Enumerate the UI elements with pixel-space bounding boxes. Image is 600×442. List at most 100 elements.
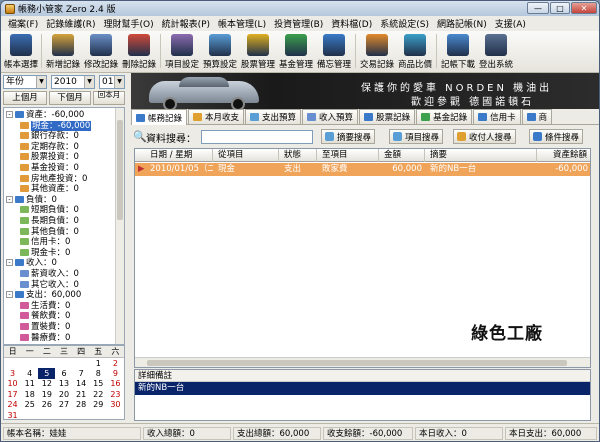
calendar-day[interactable]: 21	[73, 389, 90, 400]
tree-item[interactable]: 銀行存款：0	[20, 131, 79, 141]
calendar-day[interactable]: 31	[4, 410, 21, 421]
tree-item[interactable]: 定期存款：0	[20, 142, 79, 152]
tab[interactable]: 收入預算	[302, 109, 359, 124]
calendar-day[interactable]: 17	[4, 389, 21, 400]
toolbar-button[interactable]: 修改記錄	[82, 31, 120, 71]
year-select[interactable]: 2010 ▼	[51, 75, 95, 89]
tree-item[interactable]: 生活費：0	[20, 301, 70, 311]
menu-item[interactable]: 支援(A)	[491, 17, 530, 30]
scroll-thumb[interactable]	[147, 360, 567, 366]
menu-item[interactable]: 記錄維護(R)	[42, 17, 99, 30]
tree-item[interactable]: 長期負債：0	[20, 216, 79, 226]
column-header[interactable]: 狀態	[281, 149, 317, 162]
toolbar-button[interactable]: 刪除記錄	[120, 31, 158, 71]
table-row[interactable]: ▶ 2010/01/05（二） 現金 支出 敗家費 60,000 新的NB一台 …	[135, 163, 590, 176]
prev-month-button[interactable]: 上個月	[3, 91, 47, 105]
menu-item[interactable]: 帳本管理(L)	[214, 17, 270, 30]
calendar-day[interactable]: 9	[107, 368, 124, 379]
toolbar-button[interactable]: 新增記錄	[44, 31, 82, 71]
calendar-day[interactable]: 28	[73, 400, 90, 411]
collapse-icon[interactable]: -	[6, 259, 13, 267]
tree-item[interactable]: 房地產投資：0	[20, 174, 87, 184]
search-input[interactable]	[201, 130, 313, 144]
note-value[interactable]: 新的NB一台	[135, 382, 590, 395]
calendar-day[interactable]: 19	[38, 389, 55, 400]
column-header[interactable]: 摘要	[427, 149, 537, 162]
calendar-day[interactable]: 26	[38, 400, 55, 411]
condition-search-button[interactable]: 條件搜尋	[529, 129, 584, 144]
tree-item[interactable]: 薪資收入：0	[20, 269, 79, 279]
calendar-day[interactable]: 8	[90, 368, 107, 379]
tab[interactable]: 股票記錄	[359, 109, 416, 124]
calendar-day[interactable]: 6	[55, 368, 72, 379]
toolbar-button[interactable]: 備忘管理	[315, 31, 353, 71]
column-header[interactable]: 至項目	[319, 149, 379, 162]
tree-item[interactable]: 短期負債：0	[20, 205, 79, 215]
toolbar-button[interactable]: 記帳下載	[439, 31, 477, 71]
close-button[interactable]: ✕	[571, 2, 597, 14]
tree-item[interactable]: 其他負債：0	[20, 227, 79, 237]
calendar-day[interactable]: 13	[55, 379, 72, 390]
tab[interactable]: 基金記錄	[416, 109, 473, 124]
advertisement-banner[interactable]: 保護你的愛車 NORDEN 機油出 歡迎參觀 德國諾頓石	[131, 73, 599, 109]
year-label-select[interactable]: 年份 ▼	[3, 75, 47, 89]
calendar-day[interactable]: 16	[107, 379, 124, 390]
tree-scrollbar[interactable]	[115, 108, 124, 344]
tree-item[interactable]: 其它收入：0	[20, 280, 79, 290]
payee-search-button[interactable]: 收付人搜尋	[453, 129, 516, 144]
toolbar-button[interactable]: 預算設定	[201, 31, 239, 71]
calendar-day[interactable]: 5	[38, 368, 56, 379]
tab[interactable]: 商	[521, 109, 553, 124]
calendar-day[interactable]: 18	[21, 389, 38, 400]
tab[interactable]: 帳務記錄	[131, 109, 188, 125]
calendar-day[interactable]: 2	[107, 358, 124, 369]
calendar-day[interactable]: 11	[21, 379, 38, 390]
menu-item[interactable]: 資料檔(D)	[327, 17, 376, 30]
scroll-thumb[interactable]	[117, 120, 123, 220]
collapse-icon[interactable]: -	[6, 111, 13, 118]
tree-category[interactable]: - 收入：0	[6, 258, 57, 268]
calendar-day[interactable]: 23	[107, 389, 124, 400]
calendar-day[interactable]: 25	[21, 400, 38, 411]
tree-item[interactable]: 股票投資：0	[20, 152, 79, 162]
calendar-day[interactable]: 12	[38, 379, 55, 390]
tree-item[interactable]: 現金卡：0	[20, 248, 70, 258]
grid-scrollbar[interactable]	[135, 357, 590, 367]
menu-item[interactable]: 網路記帳(N)	[433, 17, 491, 30]
toolbar-button[interactable]: 帳本選擇	[3, 31, 39, 71]
tab[interactable]: 信用卡	[473, 109, 521, 124]
calendar-day[interactable]: 7	[73, 368, 90, 379]
toolbar-button[interactable]: 商品比價	[396, 31, 434, 71]
calendar-day[interactable]: 30	[107, 400, 124, 411]
calendar-day[interactable]: 22	[90, 389, 107, 400]
calendar-day[interactable]: 24	[4, 400, 21, 411]
item-search-button[interactable]: 項目搜尋	[389, 129, 444, 144]
calendar-day[interactable]: 4	[21, 368, 38, 379]
column-header[interactable]: 日期 / 星期	[147, 149, 213, 162]
tree-item[interactable]: 餐飲費：0	[20, 311, 70, 321]
toolbar-button[interactable]: 基金管理	[277, 31, 315, 71]
this-month-button[interactable]: 回本月	[93, 91, 125, 105]
calendar-day[interactable]: 14	[73, 379, 90, 390]
calendar-day[interactable]: 27	[55, 400, 72, 411]
maximize-button[interactable]: □	[550, 2, 570, 14]
toolbar-button[interactable]: 項目設定	[163, 31, 201, 71]
calendar-day[interactable]: 20	[55, 389, 72, 400]
tree-category[interactable]: - 資產：-60,000	[6, 110, 84, 120]
column-header[interactable]: 資產餘額	[539, 149, 590, 162]
menu-item[interactable]: 系統設定(S)	[376, 17, 433, 30]
menu-item[interactable]: 檔案(F)	[4, 17, 42, 30]
calendar-day[interactable]: 1	[90, 358, 107, 369]
tree-item[interactable]: 基金投資：0	[20, 163, 79, 173]
column-header[interactable]: 從項目	[215, 149, 279, 162]
toolbar-button[interactable]: 股票管理	[239, 31, 277, 71]
minimize-button[interactable]: —	[527, 2, 549, 14]
tab[interactable]: 本月收支	[188, 109, 245, 124]
tree-category[interactable]: - 負債：0	[6, 195, 57, 205]
menu-item[interactable]: 投資管理(B)	[270, 17, 327, 30]
tree-item[interactable]: 其他資產：0	[20, 184, 79, 194]
tree-item[interactable]: 置裝費：0	[20, 322, 70, 332]
column-header[interactable]: 金額	[381, 149, 425, 162]
calendar-day[interactable]: 29	[90, 400, 107, 411]
tree-category[interactable]: - 支出：60,000	[6, 290, 81, 300]
